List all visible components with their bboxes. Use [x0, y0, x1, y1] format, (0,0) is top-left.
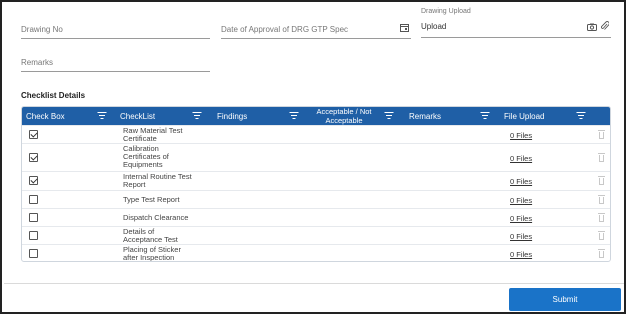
checklist-item: Internal Routine Test Report	[123, 172, 192, 189]
row-checkbox[interactable]	[29, 249, 38, 258]
files-link[interactable]: 0 Files	[510, 154, 532, 163]
col-acceptable[interactable]: Acceptable / Not Acceptable	[309, 107, 379, 125]
checklist-item: Details of Acceptance Test	[123, 227, 178, 244]
submit-button[interactable]: Submit	[509, 288, 621, 311]
drawing-upload-label: Drawing Upload	[421, 8, 471, 15]
checklist-item: Type Test Report	[123, 195, 180, 204]
table-row: Details of Acceptance Test 0 Files	[22, 226, 610, 244]
row-checkbox[interactable]	[29, 176, 38, 185]
table-row: Dispatch Clearance 0 Files	[22, 208, 610, 226]
files-link[interactable]: 0 Files	[510, 177, 532, 186]
table-header: Check Box CheckList Findings Acceptable …	[22, 107, 610, 125]
drawing-no-placeholder: Drawing No	[21, 25, 63, 34]
filter-icon[interactable]	[192, 112, 201, 120]
checklist-table: Check Box CheckList Findings Acceptable …	[21, 106, 611, 262]
filter-icon[interactable]	[384, 112, 393, 120]
delete-icon[interactable]	[598, 153, 605, 162]
col-file-upload-label: File Upload	[504, 111, 545, 121]
table-row: Internal Routine Test Report 0 Files	[22, 171, 610, 190]
col-check-box-label: Check Box	[26, 111, 65, 121]
table-row: Type Test Report 0 Files	[22, 190, 610, 208]
col-checklist[interactable]: CheckList	[120, 107, 200, 125]
table-row: Placing of Sticker after Inspection 0 Fi…	[22, 244, 610, 262]
files-link[interactable]: 0 Files	[510, 131, 532, 140]
approval-date-field[interactable]: Date of Approval of DRG GTP Spec	[221, 19, 411, 39]
table-row: Calibration Certificates of Equipments 0…	[22, 143, 610, 171]
row-checkbox[interactable]	[29, 130, 38, 139]
filter-icon[interactable]	[480, 112, 489, 120]
camera-icon[interactable]	[587, 23, 597, 33]
row-checkbox[interactable]	[29, 195, 38, 204]
row-checkbox[interactable]	[29, 231, 38, 240]
delete-icon[interactable]	[598, 195, 605, 204]
col-findings[interactable]: Findings	[217, 107, 287, 125]
checklist-item: Calibration Certificates of Equipments	[123, 144, 169, 169]
table-row: Raw Material Test Certificate 0 Files	[22, 125, 610, 143]
filter-icon[interactable]	[289, 112, 298, 120]
approval-date-placeholder: Date of Approval of DRG GTP Spec	[221, 25, 349, 34]
calendar-icon[interactable]	[400, 23, 409, 34]
checklist-item: Dispatch Clearance	[123, 213, 189, 222]
drawing-no-field[interactable]: Drawing No	[21, 19, 210, 39]
col-remarks-label: Remarks	[409, 111, 442, 121]
files-link[interactable]: 0 Files	[510, 214, 532, 223]
remarks-field[interactable]: Remarks	[21, 52, 210, 72]
col-check-box[interactable]: Check Box	[26, 107, 106, 125]
files-link[interactable]: 0 Files	[510, 250, 532, 259]
remarks-placeholder: Remarks	[21, 58, 54, 67]
checklist-item: Placing of Sticker after Inspection	[123, 245, 181, 262]
drawing-upload-value: Upload	[421, 22, 447, 31]
delete-icon[interactable]	[598, 176, 605, 185]
col-acceptable-label: Acceptable / Not Acceptable	[316, 107, 372, 125]
checklist-title: Checklist Details	[21, 91, 86, 100]
window-frame: Drawing No Date of Approval of DRG GTP S…	[0, 0, 626, 314]
col-file-upload[interactable]: File Upload	[504, 107, 574, 125]
files-link[interactable]: 0 Files	[510, 196, 532, 205]
col-findings-label: Findings	[217, 111, 248, 121]
delete-icon[interactable]	[598, 249, 605, 258]
col-checklist-label: CheckList	[120, 111, 156, 121]
row-checkbox[interactable]	[29, 213, 38, 222]
filter-icon[interactable]	[576, 112, 585, 120]
checklist-item: Raw Material Test Certificate	[123, 126, 183, 143]
delete-icon[interactable]	[598, 231, 605, 240]
col-remarks[interactable]: Remarks	[409, 107, 479, 125]
delete-icon[interactable]	[598, 130, 605, 139]
filter-icon[interactable]	[97, 112, 106, 120]
paperclip-icon[interactable]	[600, 21, 610, 33]
delete-icon[interactable]	[598, 213, 605, 222]
row-checkbox[interactable]	[29, 153, 38, 162]
drawing-upload-field[interactable]: Drawing Upload Upload	[421, 8, 611, 38]
files-link[interactable]: 0 Files	[510, 232, 532, 241]
footer-divider	[4, 283, 624, 284]
